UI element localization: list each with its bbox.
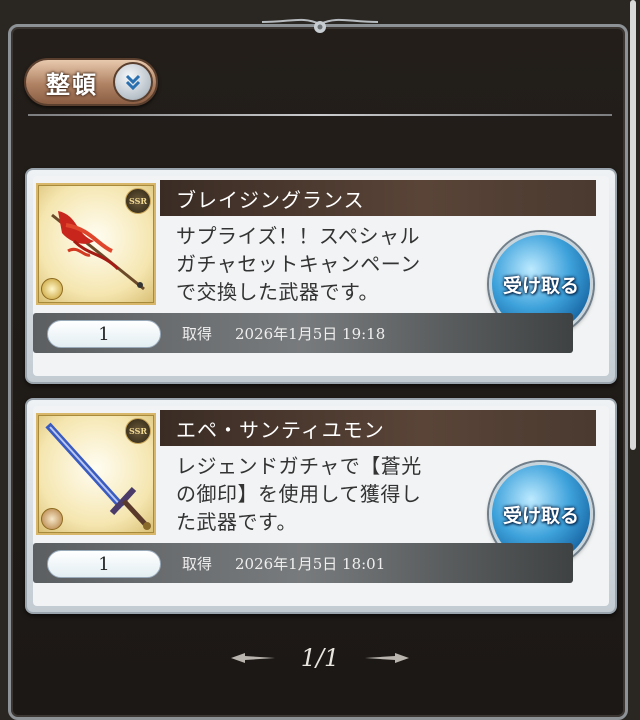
obtain-date: 2026年1月5日 19:18 xyxy=(235,325,386,343)
header-divider xyxy=(28,114,612,116)
quantity-field: 1 xyxy=(47,550,161,578)
weapon-thumbnail: SSR xyxy=(36,413,156,535)
item-info-bar: 1 取得 2026年1月5日 19:18 xyxy=(33,313,573,353)
item-name: エペ・サンティユモン xyxy=(176,417,385,442)
pagination: 1/1 xyxy=(0,640,640,676)
item-info-bar: 1 取得 2026年1月5日 18:01 xyxy=(33,543,573,583)
element-icon xyxy=(41,278,63,300)
weapon-thumbnail: SSR xyxy=(36,183,156,305)
obtain-date: 2026年1月5日 18:01 xyxy=(235,555,386,573)
page-indicator: 1/1 xyxy=(300,644,340,672)
receive-label: 受け取る xyxy=(502,274,579,297)
rarity-badge: SSR xyxy=(125,418,151,444)
sort-button[interactable]: 整頓 xyxy=(24,58,158,106)
previous-page-arrow-icon[interactable] xyxy=(230,651,275,665)
obtain-label: 取得 xyxy=(182,325,213,343)
gift-item-card: SSR ブレイジングランス サプライズ！！スペシャル ガチャセットキャンペーン … xyxy=(25,168,617,384)
item-title-bar: ブレイジングランス xyxy=(160,180,596,216)
rarity-badge: SSR xyxy=(125,188,151,214)
sort-label: 整頓 xyxy=(46,70,98,99)
item-description: サプライズ！！スペシャル ガチャセットキャンペーン で交換した武器です。 xyxy=(176,224,421,304)
top-ornament xyxy=(262,18,378,33)
obtain-label: 取得 xyxy=(182,555,213,573)
receive-label: 受け取る xyxy=(502,504,579,527)
element-icon xyxy=(41,508,63,530)
gift-item-card: SSR エペ・サンティユモン レジェンドガチャで【蒼光 の御印】を使用して獲得し… xyxy=(25,398,617,614)
scrollbar[interactable] xyxy=(630,0,636,450)
item-description: レジェンドガチャで【蒼光 の御印】を使用して獲得し た武器です。 xyxy=(176,454,422,534)
item-name: ブレイジングランス xyxy=(176,187,365,212)
quantity-field: 1 xyxy=(47,320,161,348)
double-chevron-down-icon xyxy=(113,62,153,102)
next-page-arrow-icon[interactable] xyxy=(365,651,410,665)
item-title-bar: エペ・サンティユモン xyxy=(160,410,596,446)
